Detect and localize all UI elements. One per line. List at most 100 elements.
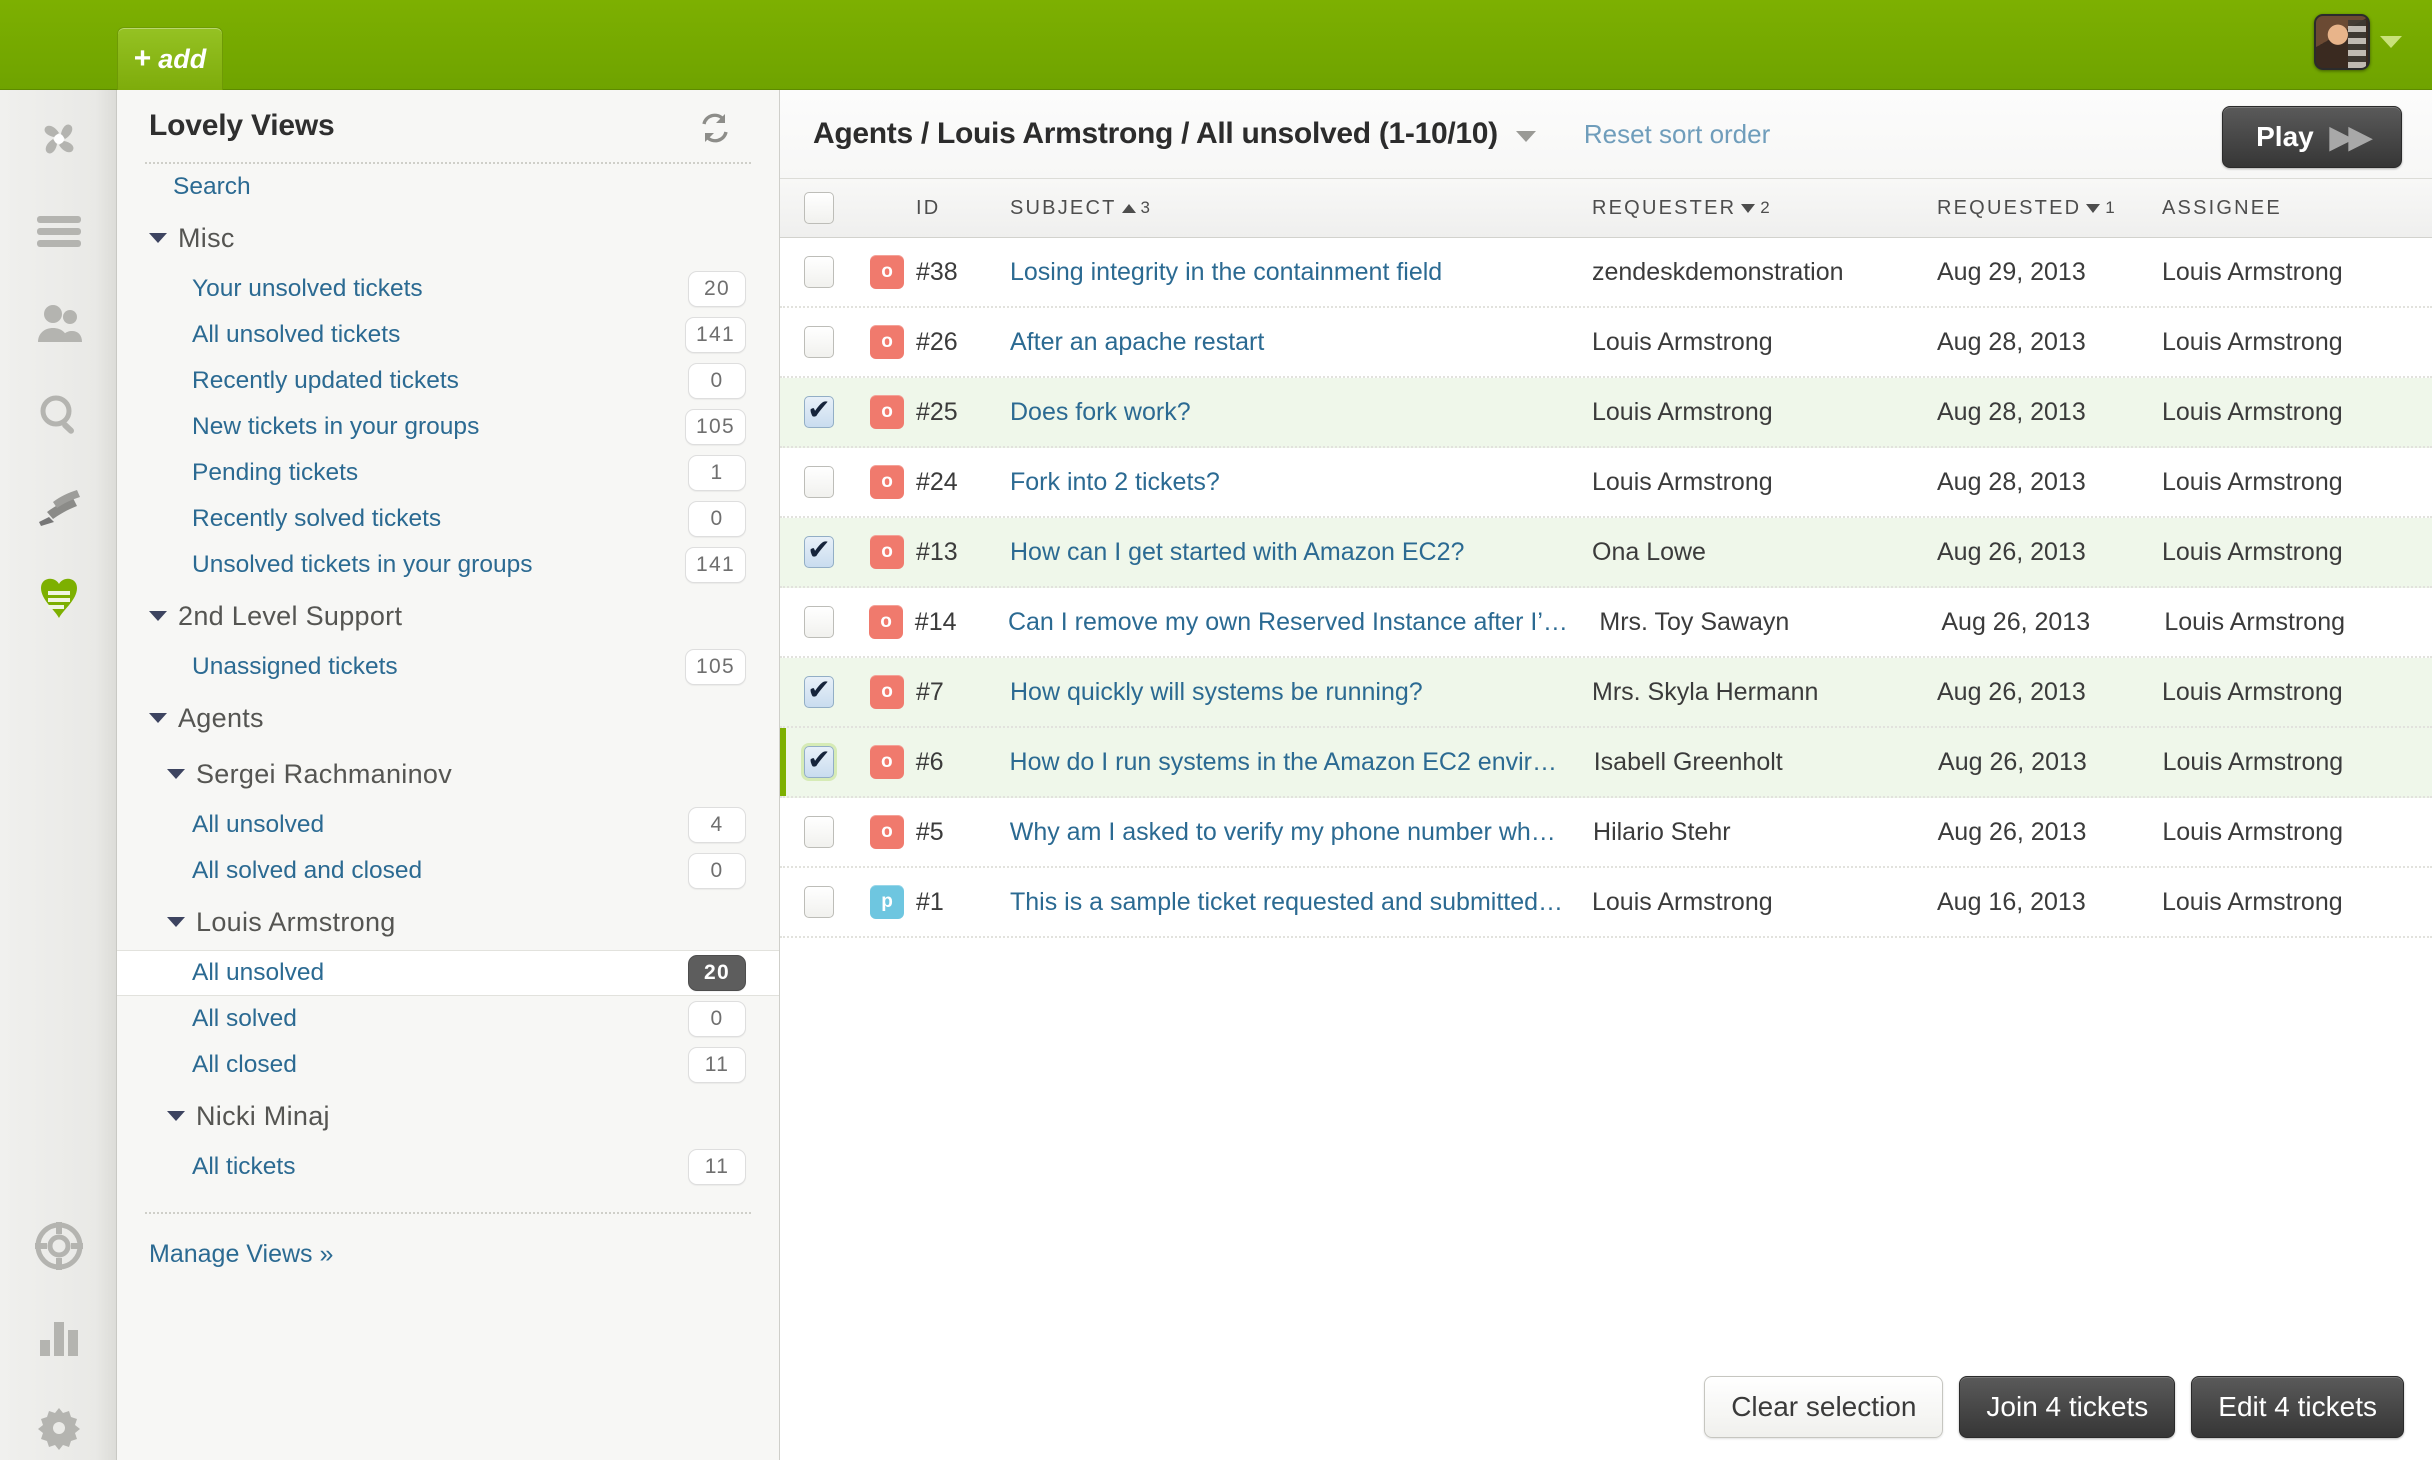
refresh-icon[interactable]	[693, 106, 737, 150]
sidebar-item-nicki-all-tickets[interactable]: All tickets 11	[117, 1144, 779, 1190]
sidebar-item-all-unsolved-tickets[interactable]: All unsolved tickets 141	[117, 312, 779, 358]
sidebar-item-recently-updated-tickets[interactable]: Recently updated tickets 0	[117, 358, 779, 404]
settings-gear-icon[interactable]	[28, 1397, 90, 1459]
row-checkbox[interactable]	[804, 676, 834, 708]
sidebar-item-your-unsolved-tickets[interactable]: Your unsolved tickets 20	[117, 266, 779, 312]
table-row[interactable]: o #7 How quickly will systems be running? M…	[780, 658, 2432, 728]
sidebar-subgroup-louis-armstrong[interactable]: Louis Armstrong	[117, 894, 779, 950]
ticket-subject-link[interactable]: Does fork work?	[1010, 398, 1568, 427]
subject-cell[interactable]: How quickly will systems be running?	[1010, 678, 1592, 707]
add-button[interactable]: + add	[117, 27, 223, 90]
row-select-cell[interactable]	[780, 326, 858, 358]
join-tickets-button[interactable]: Join 4 tickets	[1959, 1376, 2176, 1438]
row-checkbox[interactable]	[803, 606, 834, 638]
row-checkbox[interactable]	[804, 256, 834, 288]
chat-icon[interactable]	[28, 567, 90, 629]
reports-bar-chart-icon[interactable]	[28, 1305, 90, 1367]
sidebar-item-unassigned-tickets[interactable]: Unassigned tickets 105	[117, 644, 779, 690]
row-checkbox[interactable]	[803, 816, 834, 848]
table-row[interactable]: o #24 Fork into 2 tickets? Louis Armstrong A…	[780, 448, 2432, 518]
row-checkbox[interactable]	[804, 396, 834, 428]
table-row[interactable]: o #13 How can I get started with Amazon EC…	[780, 518, 2432, 588]
chevron-down-icon[interactable]	[1515, 130, 1536, 142]
sidebar-item-pending-tickets[interactable]: Pending tickets 1	[117, 450, 779, 496]
sidebar-item-recently-solved-tickets[interactable]: Recently solved tickets 0	[117, 496, 779, 542]
manage-views-link[interactable]: Manage Views »	[117, 1240, 779, 1269]
sidebar-group-agents[interactable]: Agents	[117, 690, 779, 746]
ticket-subject-link[interactable]: Fork into 2 tickets?	[1010, 468, 1568, 497]
avatar[interactable]	[2314, 14, 2370, 70]
logo-pinwheel-icon[interactable]	[28, 108, 90, 170]
search-icon[interactable]	[28, 383, 90, 445]
ticket-subject-link[interactable]: How do I run systems in the Amazon EC2 e…	[1010, 748, 1570, 777]
sidebar-subgroup-sergei-rachmaninov[interactable]: Sergei Rachmaninov	[117, 746, 779, 802]
column-header-assignee[interactable]: ASSIGNEE	[2162, 197, 2432, 220]
column-header-id[interactable]: ID	[916, 197, 1010, 220]
sidebar-item-unsolved-tickets-in-your-groups[interactable]: Unsolved tickets in your groups 141	[117, 542, 779, 588]
subject-cell[interactable]: After an apache restart	[1010, 328, 1592, 357]
row-select-cell[interactable]	[780, 886, 858, 918]
subject-cell[interactable]: Losing integrity in the containment fiel…	[1010, 258, 1592, 287]
ticket-subject-link[interactable]: This is a sample ticket requested and su…	[1010, 888, 1568, 917]
table-row[interactable]: o #6 How do I run systems in the Amazon EC…	[780, 728, 2432, 798]
ticket-subject-link[interactable]: Why am I asked to verify my phone number…	[1010, 818, 1569, 847]
users-icon[interactable]	[28, 292, 90, 354]
sidebar-item-new-tickets-in-your-groups[interactable]: New tickets in your groups 105	[117, 404, 779, 450]
ticket-subject-link[interactable]: Losing integrity in the containment fiel…	[1010, 258, 1568, 287]
subject-cell[interactable]: How can I get started with Amazon EC2?	[1010, 538, 1592, 567]
row-select-cell[interactable]	[780, 536, 858, 568]
column-header-requester[interactable]: REQUESTER 2	[1592, 197, 1937, 220]
edit-tickets-button[interactable]: Edit 4 tickets	[2191, 1376, 2404, 1438]
column-header-requested[interactable]: REQUESTED 1	[1937, 197, 2162, 220]
sidebar-item-sergei-all-unsolved[interactable]: All unsolved 4	[117, 802, 779, 848]
subject-cell[interactable]: Does fork work?	[1010, 398, 1592, 427]
table-row[interactable]: o #5 Why am I asked to verify my phone num…	[780, 798, 2432, 868]
row-select-cell[interactable]	[780, 466, 858, 498]
sidebar-item-sergei-all-solved-and-closed[interactable]: All solved and closed 0	[117, 848, 779, 894]
row-select-cell[interactable]	[780, 816, 858, 848]
select-all-checkbox[interactable]	[804, 192, 834, 224]
subject-cell[interactable]: Fork into 2 tickets?	[1010, 468, 1592, 497]
subject-cell[interactable]: How do I run systems in the Amazon EC2 e…	[1010, 748, 1594, 777]
ticket-subject-link[interactable]: After an apache restart	[1010, 328, 1568, 357]
sidebar-group-misc[interactable]: Misc	[117, 210, 779, 266]
sidebar-item-louis-all-solved[interactable]: All solved 0	[117, 996, 779, 1042]
row-checkbox[interactable]	[804, 326, 834, 358]
sidebar-item-louis-all-closed[interactable]: All closed 11	[117, 1042, 779, 1088]
select-all-cell[interactable]	[780, 192, 858, 224]
voice-icon[interactable]	[28, 475, 90, 537]
row-select-cell[interactable]	[780, 746, 858, 778]
sidebar-group-2nd-level-support[interactable]: 2nd Level Support	[117, 588, 779, 644]
row-select-cell[interactable]	[780, 256, 858, 288]
table-row[interactable]: o #38 Losing integrity in the containment …	[780, 238, 2432, 308]
reset-sort-order-link[interactable]: Reset sort order	[1584, 119, 1770, 150]
sidebar-subgroup-nicki-minaj[interactable]: Nicki Minaj	[117, 1088, 779, 1144]
subject-cell[interactable]: Why am I asked to verify my phone number…	[1010, 818, 1593, 847]
row-checkbox[interactable]	[803, 746, 834, 778]
table-row[interactable]: o #25 Does fork work? Louis Armstrong Aug 28…	[780, 378, 2432, 448]
table-row[interactable]: o #26 After an apache restart Louis Armstro…	[780, 308, 2432, 378]
ticket-subject-link[interactable]: How can I get started with Amazon EC2?	[1010, 538, 1568, 567]
sidebar-group-label: 2nd Level Support	[178, 600, 403, 631]
subject-cell[interactable]: Can I remove my own Reserved Instance af…	[1008, 608, 1599, 637]
ticket-subject-link[interactable]: Can I remove my own Reserved Instance af…	[1008, 608, 1575, 637]
table-row[interactable]: o #14 Can I remove my own Reserved Instanc…	[780, 588, 2432, 658]
views-icon[interactable]	[28, 200, 90, 262]
column-header-subject[interactable]: SUBJECT 3	[1010, 197, 1592, 220]
ticket-subject-link[interactable]: How quickly will systems be running?	[1010, 678, 1568, 707]
row-checkbox[interactable]	[804, 886, 834, 918]
play-button[interactable]: Play ▶▶	[2222, 106, 2402, 168]
chevron-down-icon[interactable]	[2380, 36, 2402, 48]
table-row[interactable]: p #1 This is a sample ticket requested and…	[780, 868, 2432, 938]
subject-cell[interactable]: This is a sample ticket requested and su…	[1010, 888, 1592, 917]
clear-selection-button[interactable]: Clear selection	[1704, 1376, 1944, 1438]
row-checkbox[interactable]	[804, 536, 834, 568]
row-select-cell[interactable]	[780, 606, 857, 638]
sidebar-item-search[interactable]: Search	[117, 164, 779, 210]
row-checkbox[interactable]	[804, 466, 834, 498]
row-select-cell[interactable]	[780, 396, 858, 428]
row-select-cell[interactable]	[780, 676, 858, 708]
sidebar-item-louis-all-unsolved[interactable]: All unsolved 20	[117, 950, 779, 996]
user-menu[interactable]	[2314, 14, 2402, 70]
help-lifebuoy-icon[interactable]	[28, 1215, 90, 1277]
